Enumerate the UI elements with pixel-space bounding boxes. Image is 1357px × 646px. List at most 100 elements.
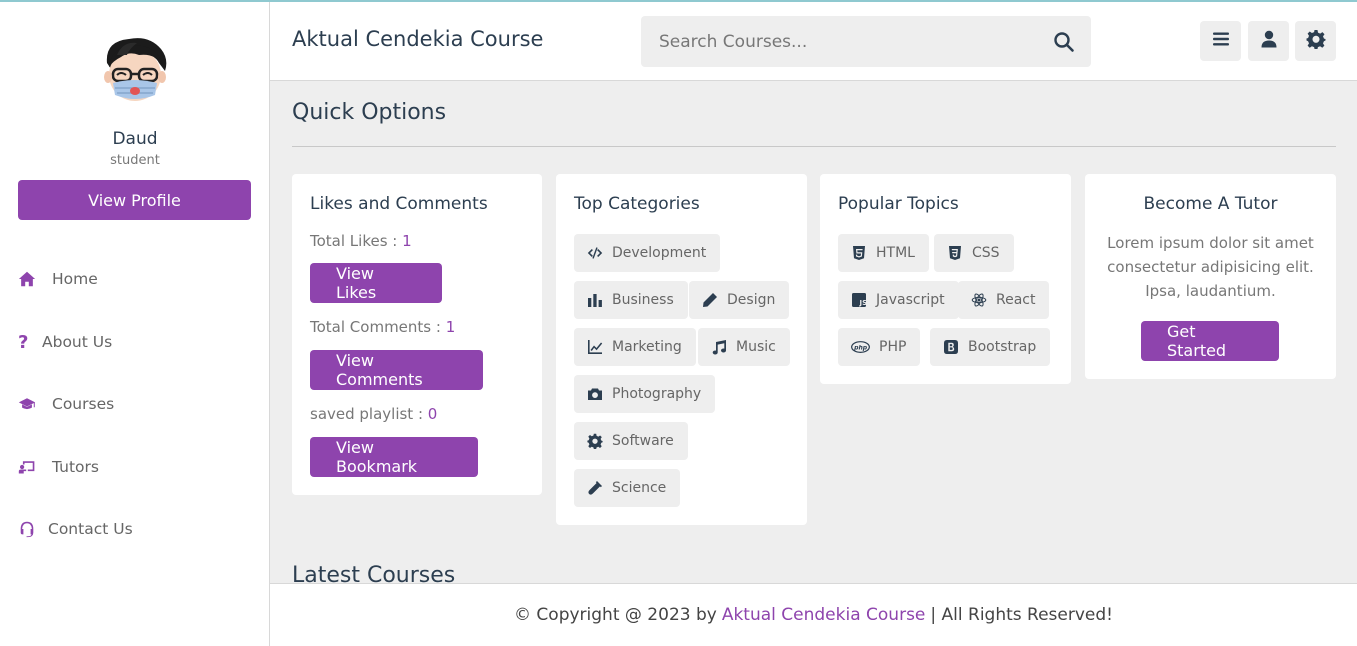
category-tag-marketing[interactable]: Marketing <box>574 328 696 366</box>
search-icon[interactable] <box>1053 31 1075 53</box>
header: Aktual Cendekia Course <box>270 2 1357 81</box>
sidebar-item-label: Tutors <box>52 458 99 476</box>
sidebar-item-contact[interactable]: Contact Us <box>18 514 133 544</box>
card-title: Popular Topics <box>838 194 959 214</box>
menu-button[interactable] <box>1200 21 1241 61</box>
likes-comments-card: Likes and Comments Total Likes : 1 View … <box>292 174 542 495</box>
home-icon <box>18 268 40 290</box>
js-icon: JS <box>852 293 868 307</box>
tag-label: Business <box>612 292 674 308</box>
section-title: Quick Options <box>292 100 447 125</box>
search-input[interactable] <box>641 16 1041 67</box>
topic-tag-php[interactable]: php PHP <box>838 328 921 366</box>
tag-label: HTML <box>876 245 915 261</box>
bootstrap-icon <box>944 340 958 354</box>
search-bar <box>641 16 1091 67</box>
tag-label: Bootstrap <box>968 339 1037 355</box>
topic-tag-react[interactable]: React <box>958 281 1050 319</box>
camera-icon <box>588 388 602 400</box>
total-likes-value: 1 <box>402 232 412 250</box>
music-icon <box>712 340 726 355</box>
tag-label: React <box>996 292 1036 308</box>
total-comments: Total Comments : 1 <box>310 318 455 336</box>
svg-text:JS: JS <box>859 299 868 307</box>
sidebar-item-label: Home <box>52 270 98 288</box>
category-tag-photography[interactable]: Photography <box>574 375 716 413</box>
tag-label: Design <box>727 292 776 308</box>
saved-playlist: saved playlist : 0 <box>310 405 437 423</box>
category-tag-software[interactable]: Software <box>574 422 688 460</box>
tag-label: Development <box>612 245 707 261</box>
sidebar-item-home[interactable]: Home <box>18 264 98 294</box>
sidebar-item-courses[interactable]: Courses <box>18 389 114 419</box>
become-tutor-card: Become A Tutor Lorem ipsum dolor sit ame… <box>1085 174 1336 379</box>
category-tag-design[interactable]: Design <box>689 281 790 319</box>
category-tag-business[interactable]: Business <box>574 281 688 319</box>
line-chart-icon <box>588 340 603 354</box>
tag-label: Science <box>612 480 667 496</box>
sidebar-item-label: About Us <box>42 333 113 351</box>
total-likes-label: Total Likes : <box>310 232 403 250</box>
view-likes-button[interactable]: View Likes <box>310 263 442 303</box>
divider <box>292 146 1336 147</box>
card-title: Top Categories <box>574 194 700 214</box>
sidebar-item-about[interactable]: ? About Us <box>18 327 112 357</box>
vial-icon <box>588 481 602 495</box>
category-tag-science[interactable]: Science <box>574 469 681 507</box>
topic-tag-html[interactable]: HTML <box>838 234 929 272</box>
tag-label: Photography <box>612 386 702 402</box>
tag-label: Music <box>736 339 776 355</box>
view-comments-button[interactable]: View Comments <box>310 350 483 390</box>
chalkboard-teacher-icon <box>18 456 40 478</box>
saved-playlist-label: saved playlist : <box>310 405 428 423</box>
code-icon <box>587 247 603 259</box>
tag-label: CSS <box>972 245 1000 261</box>
react-icon <box>971 293 987 307</box>
user-role: student <box>110 153 160 168</box>
footer-copyright: © Copyright @ 2023 by <box>514 605 717 625</box>
sidebar-item-label: Contact Us <box>48 520 133 538</box>
bar-chart-icon <box>588 294 602 307</box>
saved-playlist-value: 0 <box>427 405 438 423</box>
footer: © Copyright @ 2023 by Aktual Cendekia Co… <box>270 583 1357 646</box>
total-likes: Total Likes : 1 <box>310 232 412 250</box>
view-bookmark-button[interactable]: View Bookmark <box>310 437 478 477</box>
pen-icon <box>703 293 717 307</box>
gear-icon <box>1306 29 1326 53</box>
headset-icon <box>18 518 36 540</box>
tag-label: Marketing <box>612 339 682 355</box>
sidebar-item-tutors[interactable]: Tutors <box>18 452 99 482</box>
user-icon <box>1259 29 1279 53</box>
topic-tag-bootstrap[interactable]: Bootstrap <box>930 328 1051 366</box>
question-icon: ? <box>18 331 29 353</box>
graduation-cap-icon <box>18 393 40 415</box>
sidebar-item-label: Courses <box>52 395 115 413</box>
php-icon: php <box>851 341 870 353</box>
tag-label: PHP <box>879 339 907 355</box>
footer-brand-link[interactable]: Aktual Cendekia Course <box>722 605 926 625</box>
total-comments-label: Total Comments : <box>310 318 446 336</box>
svg-text:php: php <box>853 344 868 351</box>
topic-tag-javascript[interactable]: JS Javascript <box>838 281 959 319</box>
cog-icon <box>587 433 603 449</box>
view-profile-button[interactable]: View Profile <box>18 180 251 220</box>
top-categories-card: Top Categories Development Business Desi… <box>556 174 807 525</box>
user-button[interactable] <box>1248 21 1289 61</box>
css3-icon <box>949 246 961 260</box>
user-name: Daud <box>112 129 158 149</box>
settings-button[interactable] <box>1295 21 1336 61</box>
brand-title[interactable]: Aktual Cendekia Course <box>292 27 543 51</box>
total-comments-value: 1 <box>445 318 456 336</box>
card-title: Likes and Comments <box>310 194 488 214</box>
tutor-description: Lorem ipsum dolor sit amet consectetur a… <box>1107 234 1314 300</box>
topic-tag-css[interactable]: CSS <box>934 234 1014 272</box>
tag-label: Software <box>612 433 674 449</box>
footer-rights: | All Rights Reserved! <box>930 605 1113 625</box>
sidebar: Daud student View Profile Home ? About U… <box>0 2 270 646</box>
category-tag-development[interactable]: Development <box>574 234 721 272</box>
category-tag-music[interactable]: Music <box>698 328 790 366</box>
tag-label: Javascript <box>876 292 945 308</box>
card-title: Become A Tutor <box>1143 194 1278 214</box>
avatar[interactable] <box>99 33 171 105</box>
get-started-button[interactable]: Get Started <box>1141 321 1279 361</box>
